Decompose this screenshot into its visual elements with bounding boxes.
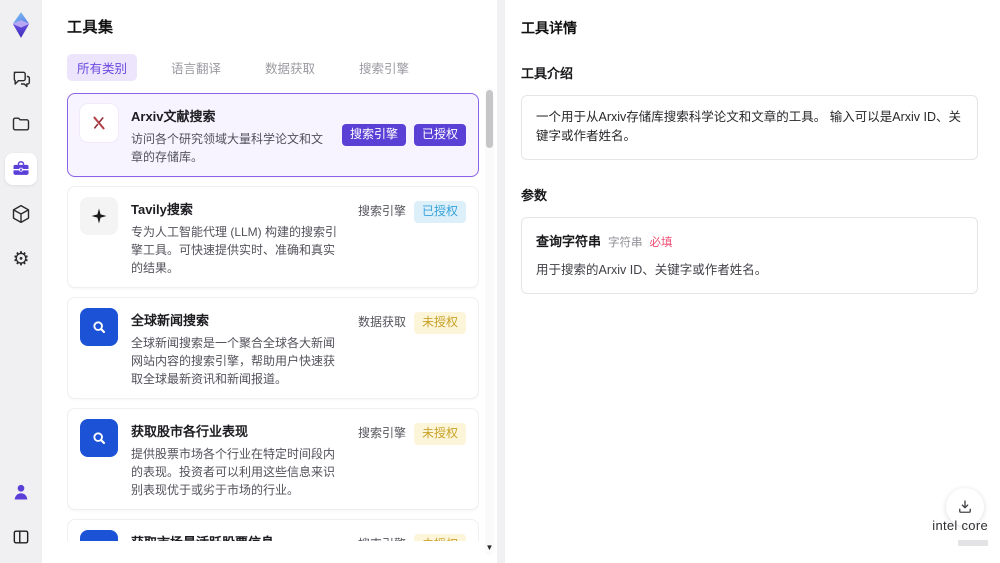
- param-description: 用于搜索的Arxiv ID、关键字或作者姓名。: [536, 262, 768, 277]
- intel-core-logo: intel core: [932, 518, 988, 551]
- tool-title: Arxiv文献搜索: [131, 109, 216, 124]
- auth-badge: 未授权: [413, 534, 466, 541]
- tool-title: 全球新闻搜索: [131, 313, 210, 328]
- tool-badges: 搜索引擎 已授权: [341, 124, 466, 146]
- intel-core-logo-subtext: [958, 540, 988, 546]
- app-window: ⚙ 工具集 所有类别 语言翻译 数据获取 搜索引擎 Arxiv文献搜索 访问各个…: [0, 0, 1000, 563]
- intro-heading: 工具介绍: [521, 66, 574, 81]
- category-badge: 搜索引擎: [357, 426, 406, 440]
- tool-badges: 搜索引擎 未授权: [358, 419, 466, 499]
- sidebar-item-account[interactable]: [5, 476, 37, 508]
- tool-card-body: 全球新闻搜索 全球新闻搜索是一个聚合全球各大新闻网站内容的搜索引擎，帮助用户快速…: [131, 308, 345, 388]
- tool-detail-panel: 工具详情 工具介绍 一个用于从Arxiv存储库搜索科学论文和文章的工具。 输入可…: [505, 0, 1000, 563]
- tool-badges: 数据获取 未授权: [358, 308, 466, 388]
- category-tabs: 所有类别 语言翻译 数据获取 搜索引擎: [67, 54, 497, 81]
- tool-card-sector-performance[interactable]: 获取股市各行业表现 提供股票市场各个行业在特定时间段内的表现。投资者可以利用这些…: [67, 408, 479, 510]
- tool-description: 访问各个研究领域大量科学论文和文章的存储库。: [131, 132, 324, 164]
- page-title: 工具集: [67, 19, 114, 36]
- tab-all-categories[interactable]: 所有类别: [67, 54, 138, 81]
- auth-badge: 未授权: [413, 423, 466, 445]
- tool-description: 专为人工智能代理 (LLM) 构建的搜索引擎工具。可快速提供实时、准确和真实的结…: [131, 225, 338, 275]
- list-scrollbar[interactable]: ▼: [485, 88, 494, 555]
- blue-search-icon: [80, 308, 118, 346]
- cube-icon: [12, 204, 30, 224]
- tool-description: 全球新闻搜索是一个聚合全球各大新闻网站内容的搜索引擎，帮助用户快速获取全球最新资…: [131, 336, 336, 386]
- blue-search-icon: [80, 419, 118, 457]
- tool-card-body: Tavily搜索 专为人工智能代理 (LLM) 构建的搜索引擎工具。可快速提供实…: [131, 197, 345, 277]
- category-badge: 搜索引擎: [341, 124, 406, 146]
- auth-badge: 已授权: [413, 201, 466, 223]
- auth-badge: 已授权: [413, 124, 466, 146]
- param-required-badge: 必填: [649, 236, 673, 249]
- user-icon: [14, 484, 28, 500]
- intro-box: 一个用于从Arxiv存储库搜索科学论文和文章的工具。 输入可以是Arxiv ID…: [521, 95, 978, 160]
- tool-list-panel: 工具集 所有类别 语言翻译 数据获取 搜索引擎 Arxiv文献搜索 访问各个研究…: [42, 0, 497, 563]
- download-icon: [959, 500, 971, 513]
- tool-card-list: Arxiv文献搜索 访问各个研究领域大量科学论文和文章的存储库。 搜索引擎 已授…: [67, 93, 479, 541]
- tool-badges: 搜索引擎 已授权: [358, 197, 466, 277]
- auth-badge: 未授权: [413, 312, 466, 334]
- tool-title: 获取市场最活跃股票信息: [131, 532, 345, 541]
- tool-card-body: Arxiv文献搜索 访问各个研究领域大量科学论文和文章的存储库。: [131, 104, 329, 166]
- sidebar-item-chat[interactable]: [5, 63, 37, 95]
- tool-description: 提供股票市场各个行业在特定时间段内的表现。投资者可以利用这些信息来识别表现优于或…: [131, 447, 336, 497]
- tool-card-global-news[interactable]: 全球新闻搜索 全球新闻搜索是一个聚合全球各大新闻网站内容的搜索引擎，帮助用户快速…: [67, 297, 479, 399]
- tab-search-engine[interactable]: 搜索引擎: [349, 54, 419, 81]
- settings-icon: ⚙: [12, 248, 30, 270]
- left-sidebar: ⚙: [0, 0, 42, 563]
- toolbox-icon: [13, 161, 29, 175]
- panel-divider: [497, 0, 505, 563]
- category-badge: 搜索引擎: [357, 204, 406, 218]
- tool-card-tavily[interactable]: Tavily搜索 专为人工智能代理 (LLM) 构建的搜索引擎工具。可快速提供实…: [67, 186, 479, 288]
- tab-data-fetch[interactable]: 数据获取: [255, 54, 325, 81]
- tool-title: 获取股市各行业表现: [131, 424, 249, 439]
- param-name: 查询字符串: [536, 233, 602, 249]
- sidebar-item-models[interactable]: [5, 198, 37, 230]
- param-type: 字符串: [608, 236, 643, 249]
- scrollbar-down-arrow-icon[interactable]: ▼: [485, 544, 494, 552]
- param-item: 查询字符串 字符串 必填 用于搜索的Arxiv ID、关键字或作者姓名。: [521, 216, 978, 294]
- star-icon: [80, 197, 118, 235]
- app-logo-gem-icon: [12, 12, 30, 38]
- panel-toggle-icon: [13, 530, 29, 544]
- tool-card-most-active-stocks[interactable]: 获取市场最活跃股票信息 提供当天交易量最高的股票列表，投资者可以利用这些信息来识…: [67, 519, 479, 541]
- tool-card-body: 获取市场最活跃股票信息 提供当天交易量最高的股票列表，投资者可以利用这些信息来识…: [131, 530, 345, 541]
- chat-icon: [13, 71, 31, 88]
- folder-icon: [12, 117, 30, 131]
- tool-title: Tavily搜索: [131, 202, 193, 217]
- tool-badges: 搜索引擎 未授权: [358, 530, 466, 541]
- tool-card-body: 获取股市各行业表现 提供股票市场各个行业在特定时间段内的表现。投资者可以利用这些…: [131, 419, 345, 499]
- param-header: 查询字符串 字符串 必填: [536, 231, 963, 250]
- params-heading: 参数: [521, 187, 548, 203]
- sidebar-item-files[interactable]: [5, 108, 37, 140]
- category-badge: 搜索引擎: [358, 534, 406, 541]
- scrollbar-thumb[interactable]: [486, 90, 493, 148]
- tool-card-arxiv[interactable]: Arxiv文献搜索 访问各个研究领域大量科学论文和文章的存储库。 搜索引擎 已授…: [67, 93, 479, 177]
- intel-core-logo-text: intel core: [932, 518, 988, 533]
- arxiv-logo-icon: [80, 104, 118, 142]
- sidebar-item-settings[interactable]: ⚙: [5, 243, 37, 275]
- tab-translation[interactable]: 语言翻译: [161, 54, 231, 81]
- sidebar-item-collapse[interactable]: [5, 521, 37, 553]
- category-badge: 数据获取: [357, 315, 406, 329]
- blue-search-icon: [80, 530, 118, 541]
- detail-title: 工具详情: [521, 20, 577, 36]
- sidebar-item-tools[interactable]: [5, 153, 37, 185]
